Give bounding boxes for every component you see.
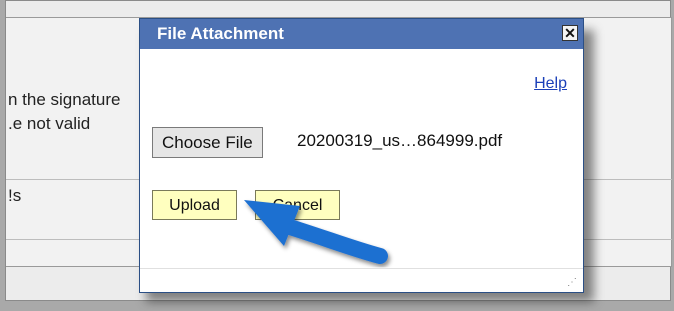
close-button[interactable]: ✕ xyxy=(562,25,578,41)
dialog-status-bar: ⋰ xyxy=(140,268,583,292)
file-attachment-dialog: File Attachment ✕ Help Choose File 20200… xyxy=(139,18,584,293)
dialog-titlebar[interactable]: File Attachment ✕ xyxy=(140,19,583,49)
close-icon: ✕ xyxy=(564,25,576,41)
upload-button[interactable]: Upload xyxy=(152,190,237,220)
choose-file-button[interactable]: Choose File xyxy=(152,127,263,158)
background-text-signature: n the signature xyxy=(8,90,121,109)
resize-grip-icon[interactable]: ⋰ xyxy=(567,277,579,289)
help-link[interactable]: Help xyxy=(534,75,567,93)
background-text-exclaim: s! xyxy=(8,186,22,205)
background-text-not-valid: e not valid. xyxy=(8,114,91,133)
selected-file-name: 20200319_us…864999.pdf xyxy=(297,131,503,150)
cancel-button[interactable]: Cancel xyxy=(255,190,340,220)
dialog-title: File Attachment xyxy=(157,24,284,43)
